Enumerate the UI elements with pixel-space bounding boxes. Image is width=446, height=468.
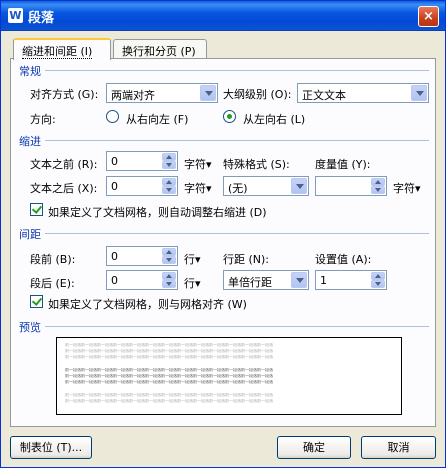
measure-label: 度量值 (Y): [315,158,371,171]
divider [45,140,429,141]
indent-after-spinner[interactable]: 0 [106,176,178,196]
space-after-label: 段后 (E): [30,277,75,290]
preview-current-line: 前一段落前一段落前一段落前一段落前一段落前一段落前一段落前一段落前一段落前一段落… [65,374,273,378]
wps-writer-icon: W [8,8,23,23]
preview-next-line: 前一段落前一段落前一段落前一段落前一段落前一段落前一段落前一段落前一段落前一段落… [65,393,273,397]
close-button[interactable]: × [418,6,439,27]
chevron-down-icon[interactable] [411,85,427,101]
title-bar[interactable]: W 段落 × [1,1,445,31]
preview-current-line: 前一段落前一段落前一段落前一段落前一段落前一段落前一段落前一段落前一段落前一段落… [65,368,273,372]
space-before-spinner[interactable]: 0 [106,246,178,266]
indent-before-label: 文本之前 (R): [30,158,98,171]
preview-prev-line: 前一段落前一段落前一段落前一段落前一段落前一段落前一段落前一段落前一段落前一段落… [65,343,273,347]
ltr-label[interactable]: 从左向右 (L) [243,111,305,127]
line-spacing-value: 单倍行距 [228,276,272,289]
indent-before-value: 0 [111,155,118,168]
special-format-select[interactable]: (无) [223,176,309,196]
section-preview: 预览 [19,321,41,334]
paragraph-dialog: W 段落 × 缩进和间距 (I) 换行和分页 (P) 常规 对齐方式 (G): … [0,0,446,468]
alignment-select[interactable]: 两端对齐 [106,83,218,103]
spin-up-icon[interactable] [162,178,176,186]
section-general: 常规 [19,65,41,78]
spin-down-icon[interactable] [371,280,385,288]
line-spacing-select[interactable]: 单倍行距 [223,270,309,290]
divider [45,70,429,71]
setting-value: 1 [320,274,327,287]
space-after-spinner[interactable]: 0 [106,270,178,290]
spin-down-icon[interactable] [371,186,385,194]
space-before-unit[interactable]: 行▾ [184,251,201,267]
setting-value-label: 设置值 (A): [315,253,372,266]
cancel-button[interactable]: 取消 [361,436,436,459]
outline-level-select[interactable]: 正文文本 [297,83,429,103]
indent-before-unit[interactable]: 字符▾ [184,156,212,172]
alignment-value: 两端对齐 [111,89,155,102]
spin-up-icon[interactable] [371,178,385,186]
alignment-label: 对齐方式 (G): [30,88,99,101]
auto-right-indent-label[interactable]: 如果定义了文档网格，则自动调整右缩进 (D) [48,204,267,220]
spin-down-icon[interactable] [162,280,176,288]
special-format-label: 特殊格式 (S): [223,158,290,171]
section-indent: 缩进 [19,135,41,148]
preview-prev-line: 前一段落前一段落前一段落前一段落前一段落前一段落前一段落前一段落前一段落前一段落… [65,349,273,353]
spin-down-icon[interactable] [162,256,176,264]
chevron-down-icon[interactable] [291,178,307,194]
rtl-label[interactable]: 从右向左 (F) [126,111,188,127]
measure-spinner[interactable] [315,176,387,196]
preview-current-line: 前一段落前一段落前一段落前一段落前一段落前一段落前一段落前一段落前一段落前一段落… [65,380,273,384]
ok-button[interactable]: 确定 [277,436,351,459]
space-before-label: 段前 (B): [30,253,76,266]
tab-label: 缩进和间距 (I) [22,45,93,59]
outline-level-value: 正文文本 [302,89,346,102]
direction-label: 方向: [30,113,56,126]
rtl-radio[interactable] [106,110,119,123]
tab-panel: 常规 对齐方式 (G): 两端对齐 大纲级别 (O): 正文文本 方向: 从右向… [10,58,436,427]
spin-up-icon[interactable] [371,272,385,280]
auto-right-indent-checkbox[interactable] [30,203,43,216]
chevron-down-icon[interactable] [291,272,307,288]
spin-up-icon[interactable] [162,248,176,256]
indent-after-value: 0 [111,180,118,193]
preview-next-line: 前一段落前一段落前一段落前一段落前一段落前一段落前一段落前一段落前一段落前一段落… [65,399,273,403]
chevron-down-icon[interactable] [200,85,216,101]
section-spacing: 间距 [19,228,41,241]
spin-down-icon[interactable] [162,186,176,194]
outline-level-label: 大纲级别 (O): [223,88,292,101]
measure-unit[interactable]: 字符▾ [393,180,421,196]
indent-after-label: 文本之后 (X): [30,182,98,195]
indent-before-spinner[interactable]: 0 [106,151,178,171]
snap-to-grid-label[interactable]: 如果定义了文档网格，则与网格对齐 (W) [48,296,247,312]
divider [45,233,429,234]
spin-down-icon[interactable] [162,161,176,169]
preview-prev-line: 前一段落前一段落前一段落前一段落前一段落前一段落前一段落前一段落前一段落前一段落… [65,355,273,359]
setting-value-spinner[interactable]: 1 [315,270,387,290]
line-spacing-label: 行距 (N): [223,253,270,266]
paragraph-preview: 前一段落前一段落前一段落前一段落前一段落前一段落前一段落前一段落前一段落前一段落… [56,337,402,415]
snap-to-grid-checkbox[interactable] [30,295,43,308]
space-after-value: 0 [111,274,118,287]
space-before-value: 0 [111,250,118,263]
tab-line-page-breaks[interactable]: 换行和分页 (P) [113,39,207,59]
spin-up-icon[interactable] [162,153,176,161]
tabs-button[interactable]: 制表位 (T)... [10,436,92,459]
indent-after-unit[interactable]: 字符▾ [184,180,212,196]
special-format-value: (无) [228,182,248,195]
tab-indent-spacing[interactable]: 缩进和间距 (I) [13,38,111,60]
ltr-radio[interactable] [223,110,236,123]
space-after-unit[interactable]: 行▾ [184,275,201,291]
spin-up-icon[interactable] [162,272,176,280]
dialog-title: 段落 [28,11,55,26]
tab-label: 换行和分页 (P) [122,45,196,58]
divider [45,326,429,327]
